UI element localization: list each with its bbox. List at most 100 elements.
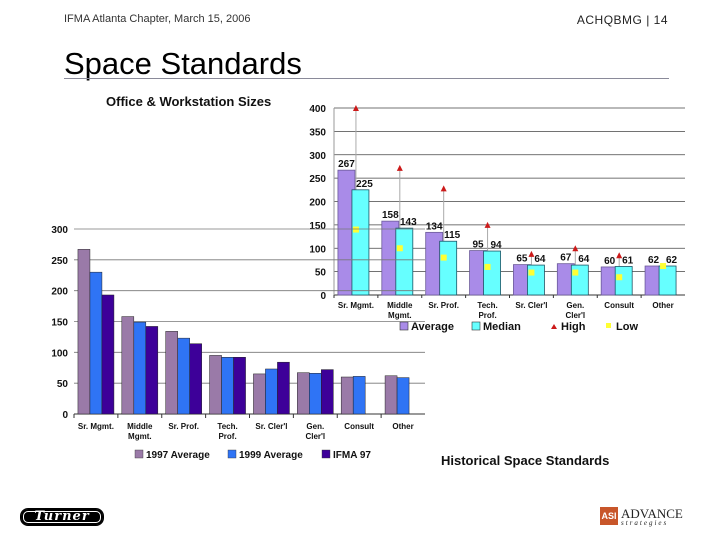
historical-caption: Historical Space Standards [441, 453, 610, 468]
header-left-text: IFMA Atlanta Chapter, March 15, 2006 [64, 13, 251, 25]
x-tick-label: Sr. Cler'l [515, 301, 547, 310]
y-tick-label: 350 [309, 127, 326, 138]
x-tick-label: Gen. [566, 301, 584, 310]
low-marker-sr-prof [440, 254, 447, 261]
data-label-average: 65 [516, 254, 528, 265]
bar-1997-average-tech-prof [209, 355, 222, 415]
data-label-average: 267 [338, 159, 355, 170]
bar-ifma-97-sr-cler-l [277, 361, 290, 415]
low-marker-tech-prof [484, 263, 491, 270]
bar-1999-average-tech-prof [221, 357, 234, 415]
y-tick-label: 300 [51, 225, 68, 236]
y-tick-label: 200 [51, 287, 68, 298]
y-tick-label: 250 [309, 174, 326, 185]
bar-1997-average-other [384, 375, 398, 415]
bar-1997-average-gen-cler-l [297, 372, 310, 415]
bar-1999-average-other [396, 377, 410, 415]
x-tick-label: Cler'l [565, 311, 585, 320]
bar-median-sr-prof [439, 240, 458, 296]
bar-1997-average-consult [340, 376, 354, 415]
bar-1997-average-sr-prof [165, 331, 178, 415]
bar-median-tech-prof [483, 250, 501, 296]
legend-swatch-1999-average [227, 449, 237, 459]
legend-swatch-ifma-97 [321, 449, 331, 459]
title-divider [64, 78, 669, 79]
bar-ifma-97-tech-prof [233, 357, 246, 415]
x-tick-label: Sr. Cler'l [255, 422, 287, 431]
data-label-median: 61 [622, 255, 634, 266]
legend-swatch-median [471, 321, 481, 331]
bar-ifma-97-sr-prof [189, 343, 202, 415]
data-label-median: 115 [444, 230, 461, 241]
x-tick-label: Tech. [217, 422, 237, 431]
bar-1999-average-gen-cler-l [309, 373, 322, 415]
bar-median-other [658, 265, 677, 296]
data-label-median: 225 [356, 179, 373, 190]
x-tick-label: Gen. [306, 422, 324, 431]
data-label-median: 64 [534, 254, 546, 265]
bar-1999-average-sr-cler-l [265, 368, 278, 415]
advance-logo-subtext: strategies [621, 519, 669, 527]
bar-1999-average-sr-prof [177, 337, 190, 415]
low-marker-consult [616, 274, 623, 281]
y-tick-label: 250 [51, 256, 68, 267]
data-label-average: 67 [560, 253, 572, 264]
x-tick-label: Middle [127, 422, 153, 431]
y-tick-label: 300 [309, 151, 326, 162]
legend-label-1997-average: 1997 Average [146, 450, 210, 461]
y-tick-label: 50 [57, 379, 69, 390]
bar-1997-average-sr-cler-l [253, 373, 266, 415]
low-marker-gen-cler-l [572, 269, 579, 276]
data-label-median: 62 [666, 255, 678, 266]
bar-1999-average-consult [352, 376, 366, 415]
legend-swatch-1997-average [134, 449, 144, 459]
turner-logo: Turner [20, 508, 104, 526]
y-tick-label: 150 [51, 318, 68, 329]
legend-label-low: Low [616, 321, 638, 333]
x-tick-label: Cler'l [305, 432, 325, 441]
legend-swatch-low [606, 323, 611, 328]
advance-logo-mark: ASI [600, 507, 618, 525]
y-tick-label: 200 [309, 198, 326, 209]
data-label-average: 60 [604, 256, 616, 267]
low-marker-other [660, 263, 667, 270]
high-marker-sr-prof [440, 185, 447, 192]
slide-title: Space Standards [64, 46, 302, 81]
high-marker-middle-mgmt [396, 164, 403, 171]
y-tick-label: 0 [62, 410, 68, 421]
data-label-average: 95 [473, 240, 485, 251]
x-tick-label: Tech. [477, 301, 497, 310]
bar-1999-average-sr-mgmt [89, 271, 103, 415]
y-tick-label: 100 [51, 348, 68, 359]
header-page-number: ACHQBMG | 14 [576, 13, 668, 27]
bar-1997-average-sr-mgmt [77, 249, 91, 415]
low-marker-sr-cler-l [528, 269, 535, 276]
x-tick-label: Consult [604, 301, 634, 310]
chart-subtitle: Office & Workstation Sizes [106, 94, 272, 109]
x-tick-label: Other [652, 301, 673, 310]
bar-ifma-97-middle-mgmt [145, 326, 159, 415]
y-tick-label: 400 [309, 104, 326, 115]
bar-ifma-97-gen-cler-l [321, 369, 334, 415]
x-tick-label: Prof. [218, 432, 236, 441]
legend-label-1999-average: 1999 Average [239, 450, 303, 461]
data-label-average: 62 [648, 255, 660, 266]
legend-label-ifma-97: IFMA 97 [333, 450, 371, 461]
x-tick-label: Prof. [478, 311, 496, 320]
legend-swatch-high [551, 324, 557, 329]
data-label-median: 94 [491, 240, 503, 251]
bar-1997-average-middle-mgmt [121, 316, 135, 415]
legend-label-high: High [561, 321, 586, 333]
x-tick-label: Other [392, 422, 413, 431]
x-tick-label: Sr. Mgmt. [78, 422, 114, 431]
bar-1999-average-middle-mgmt [133, 321, 147, 415]
x-tick-label: Sr. Prof. [168, 422, 199, 431]
bar-median-consult [614, 266, 633, 296]
x-tick-label: Mgmt. [128, 432, 152, 441]
legend-label-median: Median [483, 321, 521, 333]
bar-ifma-97-sr-mgmt [101, 294, 115, 415]
x-tick-label: Sr. Prof. [428, 301, 459, 310]
historical-space-standards-chart: 0 50 100 150 200 250 300 Sr. Mgmt. MiddleMgmt. Sr… [51, 225, 425, 461]
data-label-median: 64 [578, 254, 590, 265]
x-tick-label: Consult [344, 422, 374, 431]
